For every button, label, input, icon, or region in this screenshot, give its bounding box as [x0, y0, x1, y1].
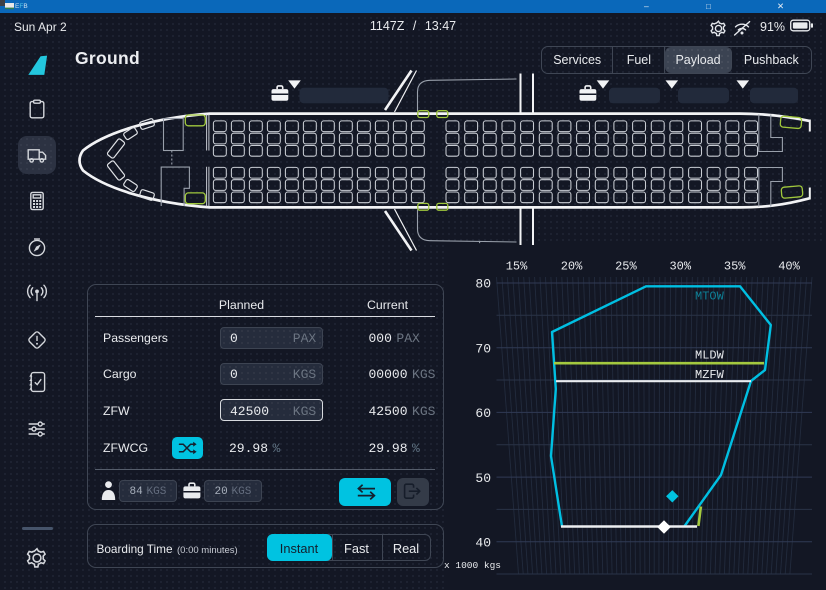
svg-text:30%: 30% — [669, 260, 691, 274]
svg-text:70: 70 — [475, 341, 491, 356]
svg-text:15%: 15% — [506, 260, 528, 274]
svg-text:MZFW: MZFW — [695, 368, 725, 382]
svg-text:x 1000 kgs: x 1000 kgs — [444, 560, 501, 571]
svg-text:40: 40 — [475, 536, 491, 551]
svg-text:60: 60 — [475, 406, 491, 421]
svg-text:MTOW: MTOW — [695, 290, 725, 304]
svg-text:50: 50 — [475, 471, 491, 486]
svg-text:25%: 25% — [615, 260, 637, 274]
svg-text:40%: 40% — [778, 260, 800, 274]
svg-text:20%: 20% — [561, 260, 583, 274]
svg-text:35%: 35% — [724, 260, 746, 274]
svg-text:80: 80 — [475, 277, 491, 292]
svg-text:MLDW: MLDW — [695, 349, 725, 363]
